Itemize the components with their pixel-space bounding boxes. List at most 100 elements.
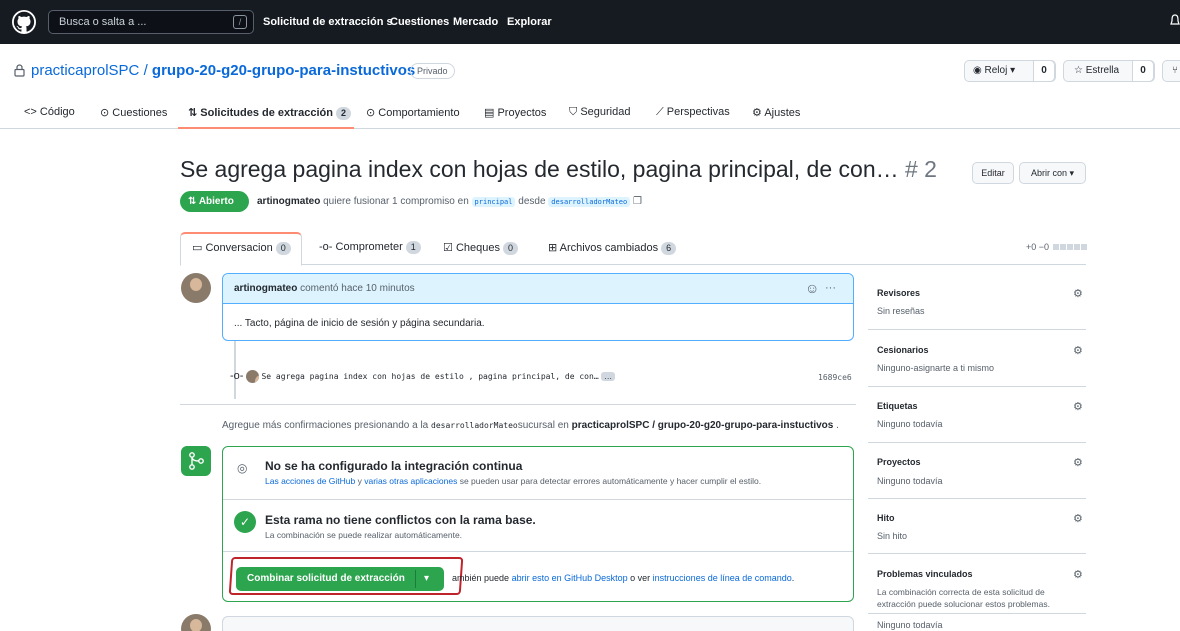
pr-meta: artinogmateo quiere fusionar 1 compromis… [257,196,642,207]
tab-projects[interactable]: ▤ Proyectos [484,106,546,119]
pr-tab-conversation[interactable]: ▭ Conversacion 0 [192,241,291,255]
sidebar-linked-issues-title[interactable]: Problemas vinculados [877,569,973,579]
open-with-button[interactable]: Abrir con ▾ [1019,162,1086,184]
conflicts-title: Esta rama no tiene conflictos con la ram… [265,513,536,527]
pr-tab-checks[interactable]: ☑ Cheques 0 [443,241,518,255]
tab-insights[interactable]: ⟋ Perspectivas [656,106,730,119]
bell-icon[interactable] [1170,14,1180,28]
sidebar-divider [868,498,1086,499]
commit-expand-button[interactable]: … [601,372,616,381]
git-pull-request-icon: ⇅ [188,107,198,119]
star-label: Estrella [1085,65,1120,76]
gear-icon: ⚙ [752,107,762,119]
watch-label: Reloj [984,65,1008,76]
commit-sha-link[interactable]: 1689ce6 [818,373,852,382]
sidebar-milestone-title[interactable]: Hito [877,513,895,523]
gear-icon[interactable]: ⚙ [1073,568,1084,581]
gear-icon[interactable]: ⚙ [1073,456,1084,469]
avatar[interactable] [245,370,259,384]
pr-title: Se agrega pagina index con hojas de esti… [180,156,937,183]
pr-tab-commits-label: Comprometer [335,241,403,253]
sidebar-divider [868,613,1086,614]
timeline-divider [180,404,856,405]
slash-key-icon: / [233,15,247,29]
add-more-repo: practicaprolSPC / grupo-20-g20-grupo-par… [571,420,834,431]
gear-icon[interactable]: ⚙ [1073,287,1084,300]
tab-actions-label: Comportamiento [378,107,460,119]
commit-message-link[interactable]: Se agrega pagina index con hojas de esti… [261,372,598,381]
pr-tab-commits[interactable]: -o- Comprometer 1 [319,241,421,254]
tab-security[interactable]: ⛉ Seguridad [569,106,630,119]
sidebar-divider [868,329,1086,330]
repo-name-link[interactable]: grupo-20-g20-grupo-para-instuctivos [152,62,415,79]
pr-tab-files[interactable]: ⊞ Archivos cambiados 6 [548,241,677,255]
pr-author-link[interactable]: artinogmateo [257,196,320,207]
tab-issues-label: Cuestiones [112,107,168,119]
sidebar-assignees-value[interactable]: Ninguno-asignarte a ti mismo [877,363,994,373]
caret-down-icon: ▾ [1069,168,1075,178]
diffstat-text: +0 −0 [1026,242,1050,252]
watch-count[interactable]: 0 [1033,60,1055,82]
alt-prefix: ambién puede [452,573,510,583]
fork-button[interactable]: ⑂ [1162,60,1180,82]
tab-settings[interactable]: ⚙ Ajustes [752,106,800,119]
base-branch[interactable]: principal [471,197,516,207]
watch-button[interactable]: ◉ Reloj ▾ 0 [964,60,1056,82]
gear-icon[interactable]: ⚙ [1073,400,1084,413]
github-logo-icon[interactable] [12,10,36,34]
nav-marketplace[interactable]: Mercado [453,16,498,28]
repo-owner-link[interactable]: practicaprolSPC [31,62,139,79]
tab-actions[interactable]: ⊙ Comportamiento [366,106,460,119]
more-options-icon[interactable]: ··· [825,282,836,294]
tab-pull-requests-count: 2 [335,107,351,120]
smiley-icon[interactable]: ☺ [805,280,819,296]
issue-opened-icon: ⊙ [100,107,110,119]
merge-divider [223,499,853,500]
ci-title: No se ha configurado la integración cont… [265,459,523,473]
sidebar-assignees-title[interactable]: Cesionarios [877,345,929,355]
head-branch[interactable]: desarrolladorMateo [548,197,631,207]
tab-pull-requests[interactable]: ⇅ Solicitudes de extracción 2 [188,106,351,120]
copy-icon[interactable]: ❐ [633,196,642,207]
tab-issues[interactable]: ⊙ Cuestiones [100,106,167,119]
pr-number: # 2 [905,156,937,182]
add-more-suffix: . [836,420,839,431]
star-button[interactable]: ☆ Estrella 0 [1063,60,1155,82]
star-count[interactable]: 0 [1132,60,1154,82]
sidebar-labels-title[interactable]: Etiquetas [877,401,918,411]
merge-divider [223,551,853,552]
github-desktop-link[interactable]: abrir esto en GitHub Desktop [512,573,628,583]
avatar[interactable] [181,614,211,631]
visibility-badge: Privado [410,63,455,79]
diffstat: +0 −0 [1026,242,1087,252]
new-comment-box[interactable] [222,616,854,631]
tab-code[interactable]: <> Código [24,106,75,118]
pr-tab-files-count: 6 [661,242,677,255]
shield-icon: ⛉ [569,106,578,118]
comment-box: artinogmateo comentó hace 10 minutos ☺ ·… [222,273,854,341]
nav-explore[interactable]: Explorar [507,16,552,28]
sidebar-reviewers-title[interactable]: Revisores [877,288,920,298]
comment-author-link[interactable]: artinogmateo [234,283,297,294]
nav-pull-requests[interactable]: Solicitud de extracción s [263,16,393,28]
edit-button[interactable]: Editar [972,162,1014,184]
table-icon: ▤ [484,107,495,119]
cli-instructions-link[interactable]: instrucciones de línea de comando [653,573,792,583]
gear-icon[interactable]: ⚙ [1073,512,1084,525]
search-input[interactable]: Busca o salta a ... / [48,10,254,34]
pr-tab-files-label: Archivos cambiados [559,242,659,254]
broadcast-icon: ◎ [237,461,248,475]
gear-icon[interactable]: ⚙ [1073,344,1084,357]
other-apps-link[interactable]: varias otras aplicaciones [364,476,457,486]
commit-row: -o- Se agrega pagina index con hojas de … [230,370,616,384]
sidebar-linked-issues-value2: extracción puede solucionar estos proble… [877,599,1050,609]
nav-issues[interactable]: Cuestiones [390,16,449,28]
ci-description: Las acciones de GitHub y varias otras ap… [265,476,761,486]
sidebar-linked-issues-value: La combinación correcta de esta solicitu… [877,587,1045,597]
github-actions-link[interactable]: Las acciones de GitHub [265,476,355,486]
avatar[interactable] [181,273,211,303]
conflicts-subtitle: La combinación se puede realizar automát… [265,530,463,540]
sidebar-projects-title[interactable]: Proyectos [877,457,921,467]
diffstat-box [1073,244,1080,250]
sidebar-divider [868,442,1086,443]
